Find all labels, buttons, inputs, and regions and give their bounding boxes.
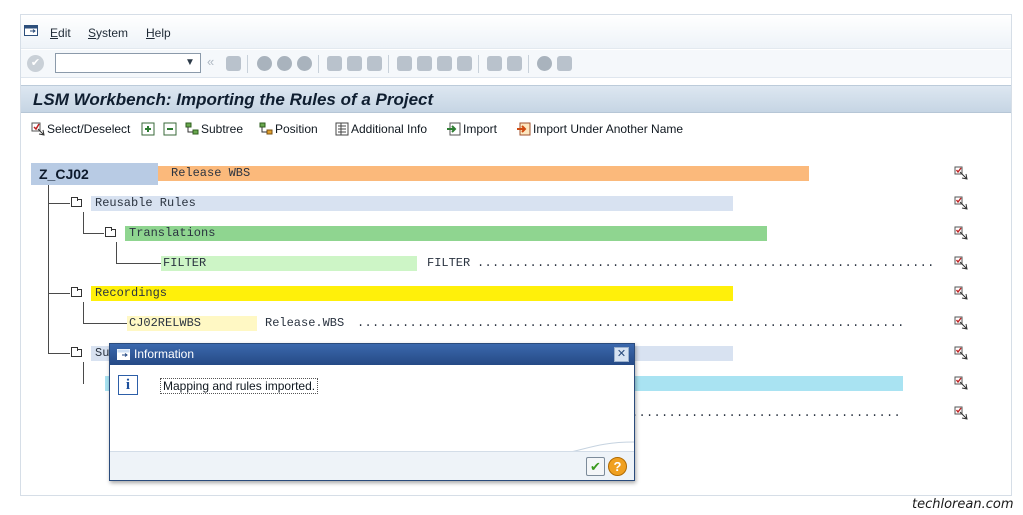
tree-connector (83, 233, 104, 234)
position-button[interactable]: Position (275, 120, 318, 138)
recording-description: Release.WBS (265, 316, 345, 330)
page-title: LSM Workbench: Importing the Rules of a … (33, 90, 434, 109)
find-icon[interactable] (347, 56, 362, 71)
standard-toolbar: ✔ ▼ « (21, 50, 1011, 78)
print-icon[interactable] (327, 56, 342, 71)
save-icon[interactable] (226, 56, 241, 71)
new-session-icon[interactable] (487, 56, 502, 71)
toolbar-separator (478, 55, 479, 73)
import-button[interactable]: Import (463, 120, 497, 138)
subtree-button[interactable]: Subtree (201, 120, 243, 138)
information-dialog: Information ✕ i Mapping and rules import… (109, 343, 635, 481)
select-node-icon[interactable] (954, 196, 968, 210)
toolbar-separator (318, 55, 319, 73)
recordings-band (91, 286, 733, 301)
tree-connector (83, 212, 84, 234)
next-page-icon[interactable] (437, 56, 452, 71)
position-icon (259, 122, 273, 135)
select-deselect-icon (31, 122, 45, 136)
tree-connector (116, 263, 161, 264)
application-toolbar: Select/Deselect Subtree Position Additio… (21, 115, 1011, 142)
tree-root-node[interactable]: Z_CJ02 (31, 163, 158, 185)
import-other-name-icon (517, 122, 531, 136)
find-next-icon[interactable] (367, 56, 382, 71)
exit-icon[interactable] (277, 56, 292, 71)
menu-help[interactable]: Help (146, 26, 171, 40)
expand-subtree-icon[interactable] (141, 122, 155, 136)
cancel-icon[interactable] (297, 56, 312, 71)
sub-node-partial[interactable]: Su (95, 346, 109, 361)
select-deselect-button[interactable]: Select/Deselect (47, 120, 130, 138)
import-under-another-name-button[interactable]: Import Under Another Name (533, 120, 683, 138)
select-node-icon[interactable] (954, 346, 968, 360)
tree-connector (116, 242, 117, 264)
root-description: Release WBS (171, 166, 251, 180)
folder-icon[interactable] (71, 347, 82, 357)
toolbar-separator (247, 55, 248, 73)
recordings-node[interactable]: Recordings (95, 286, 167, 301)
folder-icon[interactable] (71, 197, 82, 207)
select-node-icon[interactable] (954, 226, 968, 240)
tree-connector (48, 203, 70, 204)
filter-node[interactable]: FILTER (163, 256, 206, 271)
menu-edit[interactable]: Edit (50, 26, 71, 40)
translations-band (125, 226, 767, 241)
dialog-footer: ✔ ? (110, 451, 634, 480)
close-icon[interactable]: ✕ (614, 347, 629, 362)
tree-connector (83, 302, 84, 324)
last-page-icon[interactable] (457, 56, 472, 71)
shortcut-icon[interactable] (507, 56, 522, 71)
help-icon[interactable] (537, 56, 552, 71)
root-description-band (158, 166, 809, 181)
first-page-icon[interactable] (397, 56, 412, 71)
confirm-check-icon[interactable]: ✔ (586, 457, 605, 476)
dialog-header[interactable]: Information ✕ (110, 344, 634, 365)
recording-node[interactable]: CJ02RELWBS (129, 316, 201, 331)
dot-leader: ........................................… (477, 256, 937, 270)
select-node-icon[interactable] (954, 256, 968, 270)
collapse-subtree-icon[interactable] (163, 122, 177, 136)
tree-connector (83, 323, 127, 324)
title-bar: LSM Workbench: Importing the Rules of a … (21, 85, 1011, 113)
select-node-icon[interactable] (954, 286, 968, 300)
tree-connector (48, 293, 70, 294)
tree-connector (48, 185, 49, 353)
select-node-icon[interactable] (954, 406, 968, 420)
filter-description: FILTER (427, 256, 471, 270)
system-menu-icon[interactable] (24, 25, 38, 36)
chevron-down-icon[interactable]: ▼ (181, 55, 199, 71)
previous-page-icon[interactable] (417, 56, 432, 71)
folder-icon[interactable] (105, 227, 116, 237)
enter-check-icon[interactable]: ✔ (27, 55, 44, 72)
toolbar-separator (528, 55, 529, 73)
subtree-icon (185, 122, 199, 135)
info-icon: i (118, 375, 138, 395)
watermark-credit: techlorean.com (912, 497, 1014, 512)
tree-connector (48, 353, 70, 354)
import-icon (447, 122, 461, 136)
command-field[interactable] (55, 53, 201, 73)
additional-info-icon (335, 122, 349, 136)
folder-icon[interactable] (71, 287, 82, 297)
select-node-icon[interactable] (954, 316, 968, 330)
help-question-icon[interactable]: ? (608, 457, 627, 476)
translations-node[interactable]: Translations (129, 226, 215, 241)
customize-layout-icon[interactable] (557, 56, 572, 71)
menu-bar: Edit System Help (21, 15, 1011, 49)
dot-leader: ........................................ (631, 406, 903, 420)
dialog-title: Information (134, 347, 195, 361)
window-icon (117, 349, 130, 360)
back-icon[interactable] (257, 56, 272, 71)
double-left-arrow-icon: « (207, 54, 215, 69)
menu-system[interactable]: System (88, 26, 128, 40)
dialog-message: Mapping and rules imported. (160, 378, 319, 394)
additional-info-button[interactable]: Additional Info (351, 120, 427, 138)
select-node-icon[interactable] (954, 376, 968, 390)
tree-connector (83, 362, 84, 384)
reusable-rules-node[interactable]: Reusable Rules (95, 196, 196, 211)
dot-leader: ........................................… (357, 316, 903, 330)
toolbar-separator (388, 55, 389, 73)
select-node-icon[interactable] (954, 166, 968, 180)
